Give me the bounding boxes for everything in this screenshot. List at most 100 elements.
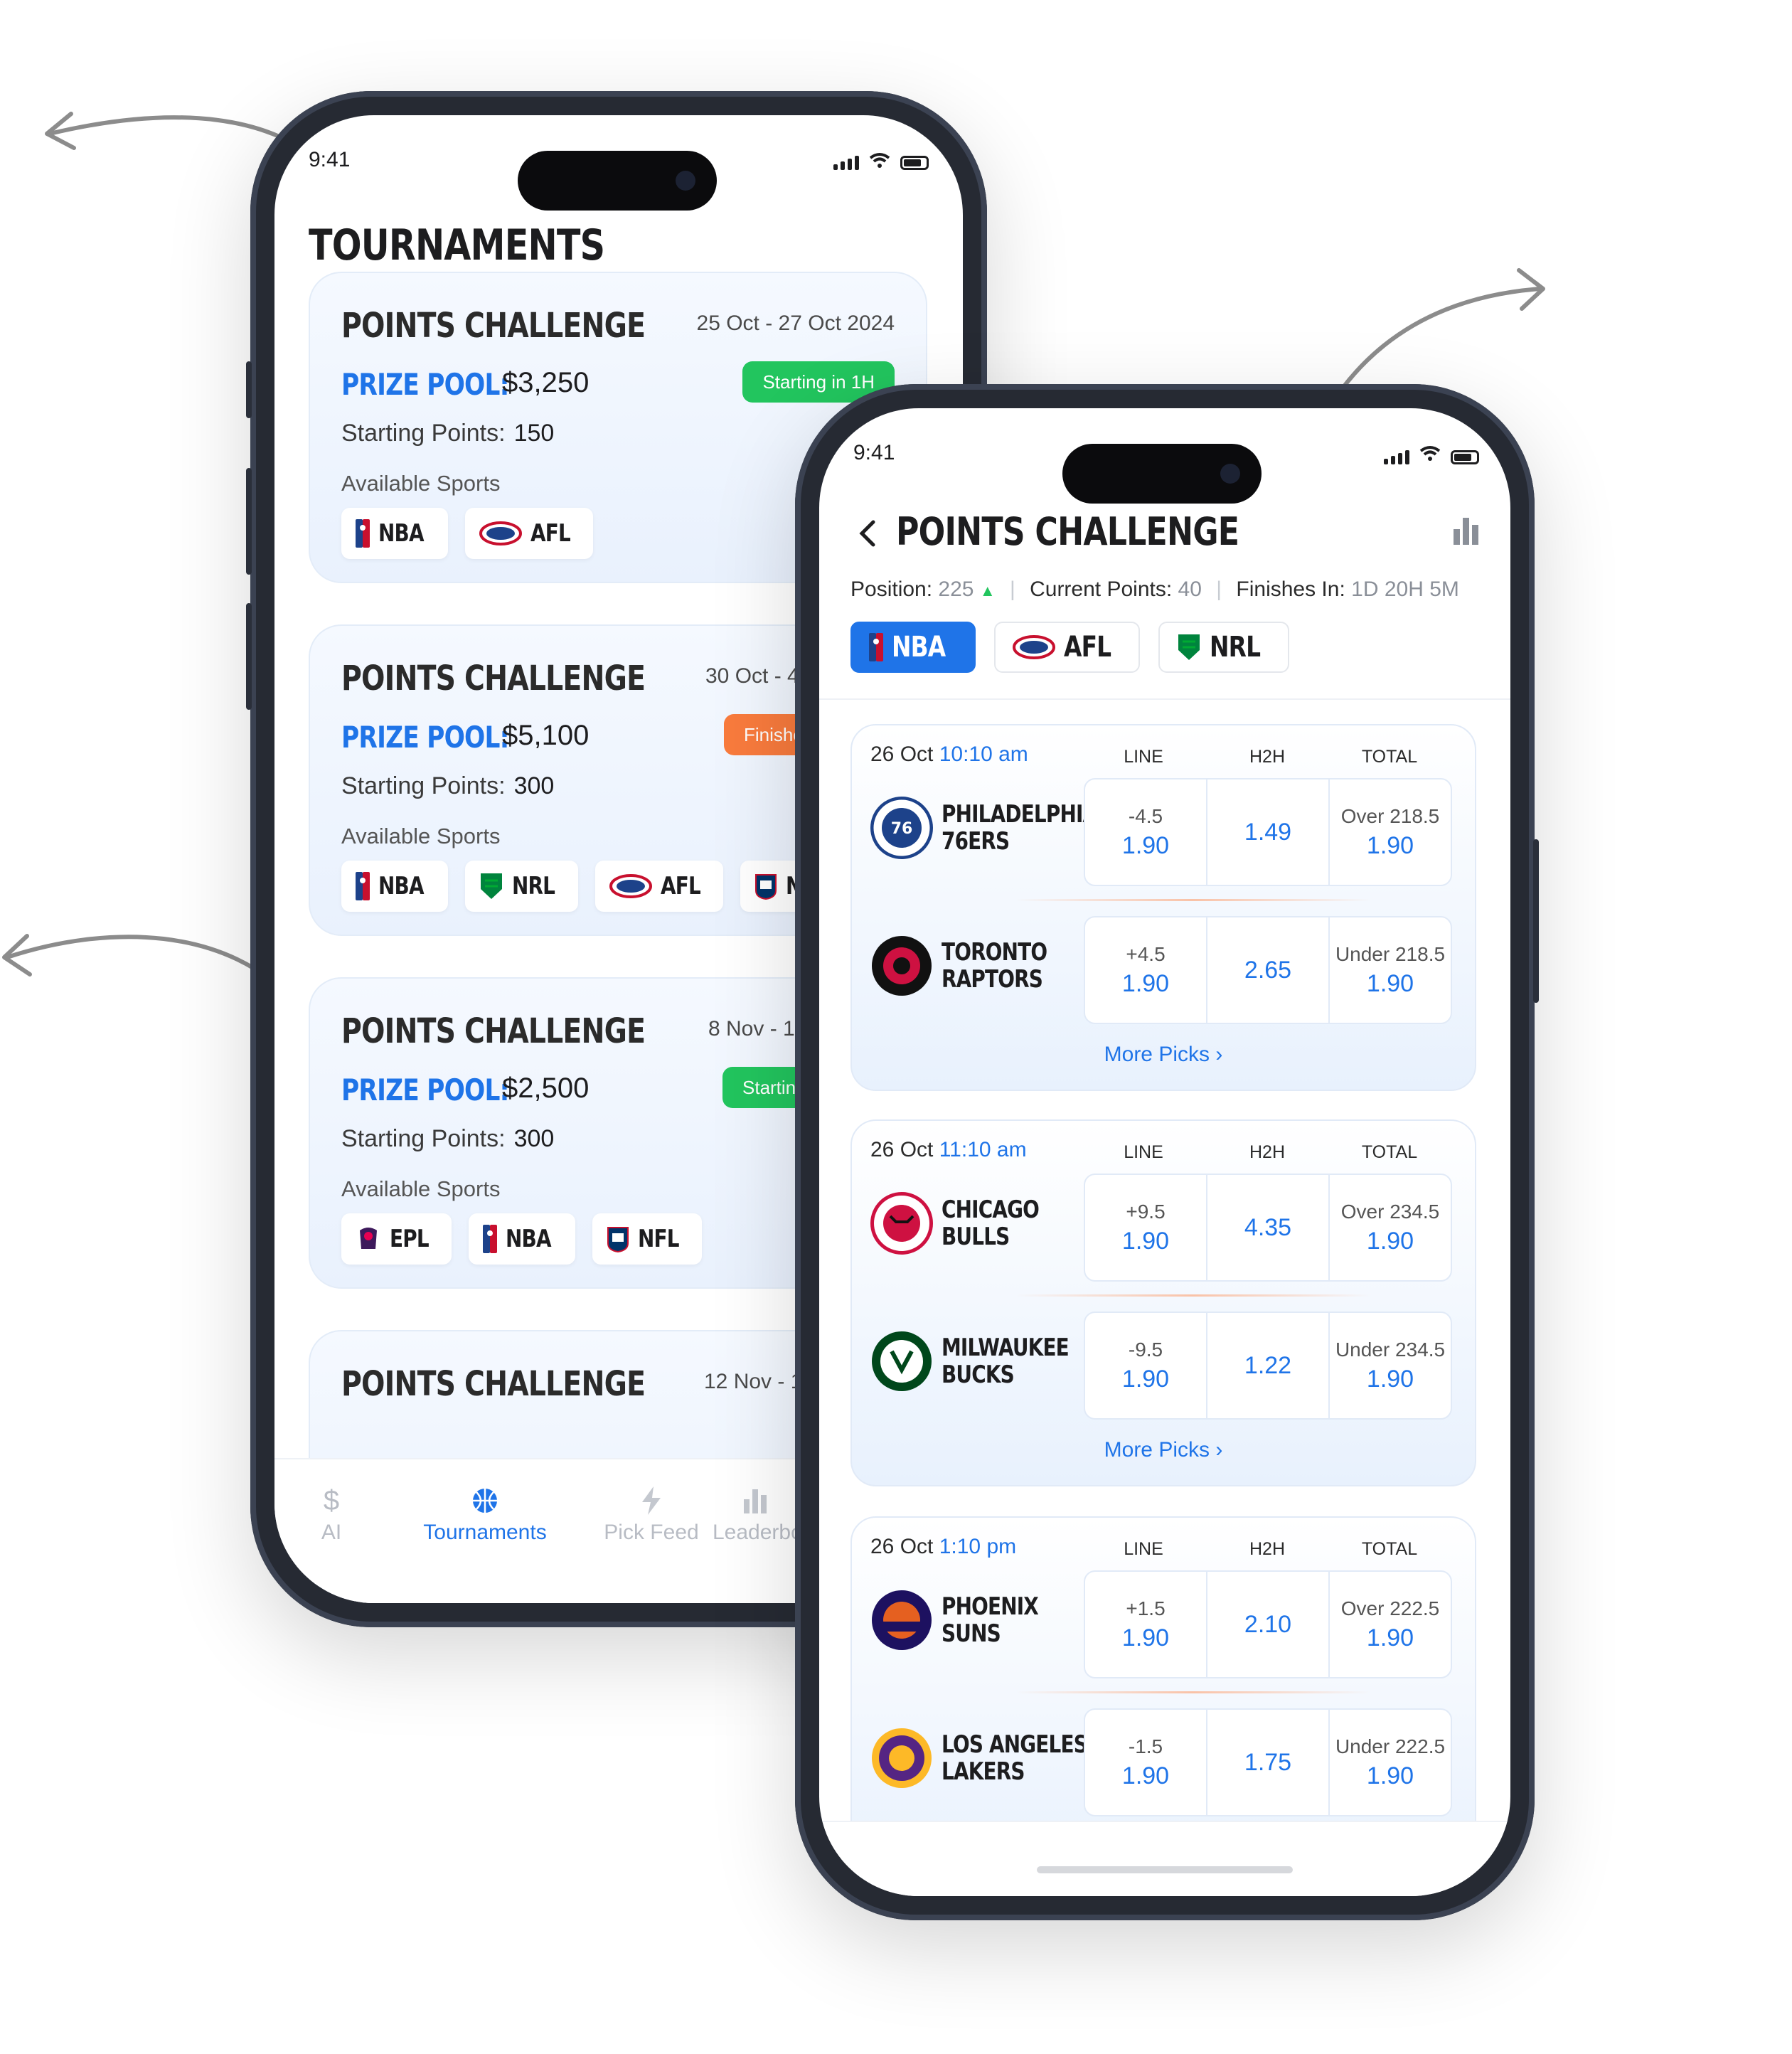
match-datetime: 26 Oct 10:10 am — [870, 743, 1028, 766]
team-name: PHOENIX SUNS — [942, 1592, 1039, 1648]
more-picks-link[interactable]: More Picks › — [852, 1043, 1475, 1067]
sport-chip-afl: AFL — [464, 508, 593, 559]
suns-logo-icon — [872, 1590, 932, 1650]
match-card: 26 Oct 11:10 am LINE H2H TOTAL CHICAGO BU… — [850, 1119, 1476, 1486]
team-name: PHILADELPHIA 76ERS — [942, 800, 1098, 856]
col-h2h: H2H — [1249, 1142, 1285, 1162]
sport-chip-nfl: NFL — [592, 1213, 702, 1265]
wifi-icon — [869, 152, 890, 170]
sport-tab-afl[interactable]: AFL — [993, 622, 1140, 673]
starting-points: Starting Points: 300 — [341, 772, 555, 799]
challenge-screen: 9:41 POINTS CHALLENGE Position: 225 ▲ | … — [819, 408, 1510, 1896]
tab-ai[interactable]: $ AI — [303, 1481, 360, 1545]
tab-tournaments[interactable]: Tournaments — [393, 1481, 577, 1545]
sport-chip-nrl: NRL — [464, 861, 578, 912]
col-line: LINE — [1124, 1539, 1163, 1559]
nfl-logo-icon — [755, 874, 777, 900]
chevron-right-icon: › — [1215, 1043, 1223, 1066]
status-icons — [1384, 445, 1479, 464]
h2h-odds[interactable]: 1.22 — [1207, 1313, 1330, 1418]
up-arrow-icon: ▲ — [979, 582, 996, 600]
team-home: PHOENIX SUNS — [870, 1589, 1060, 1651]
odds-row: +9.5 1.90 4.35 Over 234.5 1.90 — [1084, 1174, 1452, 1282]
odds-row: -1.5 1.90 1.75 Under 222.5 1.90 — [1084, 1708, 1452, 1816]
available-sports-label: Available Sports — [341, 471, 501, 496]
sport-chip-afl: AFL — [595, 861, 724, 912]
back-chevron-icon[interactable] — [858, 516, 878, 558]
side-button — [246, 468, 252, 575]
bar-chart-icon — [713, 1481, 798, 1521]
svg-text:76: 76 — [891, 820, 913, 838]
more-picks-link[interactable]: More Picks › — [852, 1438, 1475, 1462]
match-datetime: 26 Oct 11:10 am — [870, 1138, 1027, 1161]
tournament-name: POINTS CHALLENGE — [341, 306, 646, 346]
odds-row: +1.5 1.90 2.10 Over 222.5 1.90 — [1084, 1570, 1452, 1678]
col-h2h: H2H — [1249, 747, 1285, 767]
team-name: LOS ANGELES LAKERS — [942, 1730, 1088, 1786]
h2h-odds[interactable]: 1.49 — [1207, 779, 1330, 885]
line-odds[interactable]: +9.5 1.90 — [1085, 1175, 1207, 1280]
total-odds[interactable]: Under 218.5 1.90 — [1330, 917, 1451, 1023]
nba-logo-icon — [356, 872, 370, 900]
sport-tab-nrl[interactable]: NRL — [1158, 622, 1290, 673]
h2h-odds[interactable]: 2.10 — [1207, 1572, 1330, 1677]
prize-pool-value: $2,500 — [502, 1073, 590, 1104]
h2h-odds[interactable]: 1.75 — [1207, 1710, 1330, 1815]
challenge-stats: Position: 225 ▲ | Current Points: 40 | F… — [850, 578, 1459, 601]
starting-points: Starting Points: 300 — [341, 1125, 555, 1152]
bulls-logo-icon — [870, 1192, 933, 1255]
nba-logo-icon — [869, 633, 883, 661]
prize-pool-value: $5,100 — [502, 720, 590, 751]
col-line: LINE — [1124, 1142, 1163, 1162]
line-odds[interactable]: -1.5 1.90 — [1085, 1710, 1207, 1815]
leaderboard-chart-icon[interactable] — [1452, 515, 1481, 550]
chevron-right-icon: › — [1215, 1438, 1223, 1462]
lakers-logo-icon — [872, 1728, 932, 1788]
side-button — [246, 361, 252, 418]
tab-pick-feed[interactable]: Pick Feed — [580, 1481, 722, 1545]
line-odds[interactable]: +4.5 1.90 — [1085, 917, 1207, 1023]
line-odds[interactable]: -9.5 1.90 — [1085, 1313, 1207, 1418]
total-odds[interactable]: Over 222.5 1.90 — [1330, 1572, 1451, 1677]
total-odds[interactable]: Under 222.5 1.90 — [1330, 1710, 1451, 1815]
side-button — [246, 603, 252, 710]
col-total: TOTAL — [1361, 1539, 1418, 1559]
bottom-safe-area — [819, 1821, 1510, 1896]
tournament-date: 8 Nov - 10 — [708, 1017, 807, 1041]
finishes-value: 1D 20H 5M — [1351, 578, 1459, 601]
odds-row: -9.5 1.90 1.22 Under 234.5 1.90 — [1084, 1311, 1452, 1420]
afl-logo-icon — [479, 521, 522, 546]
team-away: TORONTO RAPTORS — [870, 935, 1070, 997]
basketball-icon — [393, 1481, 577, 1521]
tournament-name: POINTS CHALLENGE — [341, 1364, 646, 1404]
total-odds[interactable]: Over 234.5 1.90 — [1330, 1175, 1451, 1280]
afl-logo-icon — [1012, 635, 1055, 659]
match-datetime: 26 Oct 1:10 pm — [870, 1535, 1017, 1558]
nfl-logo-icon — [607, 1227, 629, 1253]
line-odds[interactable]: +1.5 1.90 — [1085, 1572, 1207, 1677]
challenge-phone: 9:41 POINTS CHALLENGE Position: 225 ▲ | … — [795, 384, 1539, 1920]
col-h2h: H2H — [1249, 1539, 1285, 1559]
sport-chip-epl: EPL — [341, 1213, 452, 1265]
tournament-name: POINTS CHALLENGE — [341, 1011, 646, 1051]
position-value: 225 — [938, 578, 974, 601]
h2h-odds[interactable]: 4.35 — [1207, 1175, 1330, 1280]
sport-tab-nba[interactable]: NBA — [850, 622, 976, 673]
col-total: TOTAL — [1361, 1142, 1418, 1162]
row-divider — [1015, 1691, 1371, 1693]
total-odds[interactable]: Under 234.5 1.90 — [1330, 1313, 1451, 1418]
battery-icon — [900, 156, 929, 170]
row-divider — [1015, 1294, 1371, 1297]
available-sports-label: Available Sports — [341, 824, 501, 848]
battery-icon — [1451, 450, 1479, 464]
signal-icon — [833, 156, 859, 170]
h2h-odds[interactable]: 2.65 — [1207, 917, 1330, 1023]
team-name: MILWAUKEE BUCKS — [942, 1334, 1070, 1389]
team-name: CHICAGO BULLS — [942, 1196, 1040, 1251]
total-odds[interactable]: Over 218.5 1.90 — [1330, 779, 1451, 885]
line-odds[interactable]: -4.5 1.90 — [1085, 779, 1207, 885]
nrl-logo-icon — [1178, 634, 1200, 660]
team-home: CHICAGO BULLS — [870, 1192, 1060, 1255]
side-button — [1533, 839, 1539, 1003]
lightning-icon — [580, 1481, 722, 1521]
